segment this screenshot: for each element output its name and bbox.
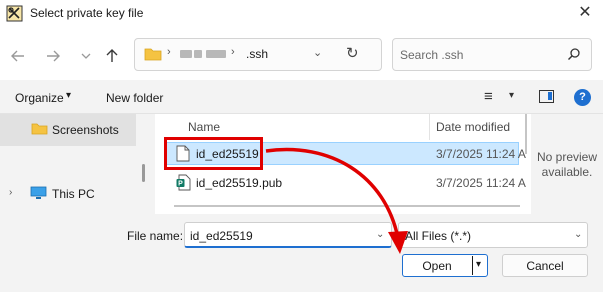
folder-icon: [144, 48, 162, 61]
file-type-value: All Files (*.*): [405, 229, 472, 243]
open-options-caret-icon[interactable]: ▾: [476, 259, 481, 270]
file-name[interactable]: id_ed25519.pub: [196, 176, 282, 190]
organize-caret-icon[interactable]: ▾: [66, 90, 71, 101]
preview-message: No preview available.: [531, 150, 603, 180]
up-button[interactable]: [102, 46, 122, 66]
file-date: 3/7/2025 11:24 A: [436, 147, 526, 161]
organize-menu-button[interactable]: Organize: [15, 91, 64, 105]
breadcrumb-separator: ›: [167, 46, 171, 58]
open-button-label[interactable]: Open: [402, 259, 472, 273]
window-title: Select private key file: [30, 6, 144, 20]
navigation-scrollbar[interactable]: [142, 164, 145, 182]
search-placeholder: Search .ssh: [400, 48, 464, 62]
publisher-file-icon: P: [176, 174, 191, 191]
refresh-icon[interactable]: ↻: [346, 44, 359, 62]
file-list-vertical-scrollbar[interactable]: [525, 114, 527, 154]
preview-message-line: available.: [541, 165, 593, 179]
sidebar-item-this-pc[interactable]: This PC: [52, 187, 95, 201]
preview-pane-toggle-icon[interactable]: [539, 90, 554, 103]
address-history-chevron-icon[interactable]: ⌄: [313, 46, 322, 59]
file-date: 3/7/2025 11:24 A: [436, 176, 526, 190]
recent-locations-button[interactable]: [76, 46, 96, 66]
preview-message-line: No preview: [536, 150, 598, 164]
breadcrumb-current-folder[interactable]: .ssh: [246, 47, 268, 61]
close-button[interactable]: ✕: [572, 2, 598, 26]
annotation-highlight-box: [164, 137, 263, 170]
expand-chevron-icon[interactable]: ›: [9, 187, 12, 198]
breadcrumb-separator: ›: [231, 46, 235, 58]
view-caret-icon[interactable]: ▾: [509, 90, 514, 101]
cancel-button-label[interactable]: Cancel: [502, 259, 588, 273]
file-name-value: id_ed25519: [190, 229, 253, 243]
sidebar-item-label: Screenshots: [52, 123, 119, 137]
search-icon[interactable]: [567, 47, 581, 61]
file-name-label: File name:: [127, 229, 184, 243]
new-folder-button[interactable]: New folder: [106, 91, 163, 105]
breadcrumb-user-folder-blurred[interactable]: [180, 47, 226, 60]
folder-icon: [31, 123, 48, 135]
column-header-name[interactable]: Name: [188, 120, 220, 134]
help-icon[interactable]: ?: [574, 89, 591, 106]
view-options-icon[interactable]: ≡: [484, 88, 493, 105]
file-list-horizontal-scrollbar[interactable]: [174, 205, 520, 207]
computer-icon: [30, 186, 47, 199]
column-header-date-modified[interactable]: Date modified: [436, 120, 510, 134]
file-name-dropdown-chevron-icon[interactable]: ⌄: [376, 229, 384, 240]
column-divider[interactable]: [429, 114, 430, 140]
open-split-divider: [472, 256, 473, 275]
svg-text:P: P: [178, 181, 183, 188]
back-button[interactable]: [8, 46, 28, 66]
putty-key-icon: [6, 5, 23, 22]
file-type-chevron-icon[interactable]: ⌄: [574, 229, 582, 240]
forward-button[interactable]: [43, 46, 63, 66]
